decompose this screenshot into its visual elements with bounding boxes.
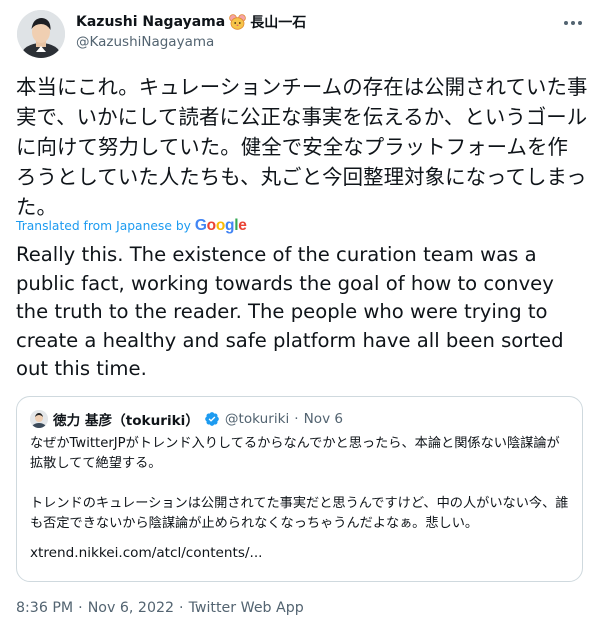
quoted-paragraph: トレンドのキュレーションは公開されてた事実だと思うんですけど、中の人がいない今、… [30, 496, 569, 531]
quoted-tweet[interactable]: 徳力 基彦（tokuriki） @tokuriki · Nov 6 なぜかTwi… [16, 396, 583, 582]
translated-label: Translated from Japanese by [16, 219, 191, 233]
quoted-author-avatar[interactable] [30, 410, 48, 428]
author-avatar[interactable] [17, 10, 65, 58]
quoted-author-name[interactable]: 徳力 基彦（tokuriki） [53, 409, 199, 429]
more-options-button[interactable] [560, 12, 586, 34]
tweet-card: Kazushi Nagayama 長山一石 @KazushiNagayama 本… [0, 0, 599, 631]
author-name-row[interactable]: Kazushi Nagayama 長山一石 [76, 12, 306, 32]
quoted-date[interactable]: Nov 6 [304, 411, 344, 427]
quoted-tweet-text: なぜかTwitterJPがトレンド入りしてるからなんでかと思ったら、本論と関係な… [30, 434, 570, 534]
translation-attribution[interactable]: Translated from Japanese by Google [16, 217, 247, 235]
more-dots-icon [563, 20, 583, 26]
quoted-tweet-header: 徳力 基彦（tokuriki） @tokuriki · Nov 6 [30, 409, 343, 429]
author-name-suffix[interactable]: 長山一石 [250, 12, 306, 32]
google-logo: Google [194, 217, 247, 234]
meta-separator: · [78, 600, 83, 616]
tweet-text-original: 本当にこれ。キュレーションチームの存在は公開されていた事実で、いかにして読者に公… [16, 75, 588, 219]
tweet-text-translated: Really this. The existence of the curati… [16, 243, 564, 380]
meta-separator: · [179, 600, 184, 616]
tweet-time[interactable]: 8:36 PM [16, 600, 73, 616]
mouse-face-emoji-icon [229, 14, 247, 30]
tweet-meta: 8:36 PM · Nov 6, 2022 · Twitter Web App [16, 600, 304, 616]
quoted-paragraph: なぜかTwitterJPがトレンド入りしてるからなんでかと思ったら、本論と関係な… [30, 436, 560, 471]
verified-badge-icon [204, 411, 220, 427]
quoted-link[interactable]: xtrend.nikkei.com/atcl/contents/... [30, 545, 262, 561]
tweet-source[interactable]: Twitter Web App [189, 600, 304, 616]
quoted-separator: · [294, 411, 299, 427]
author-display-name[interactable]: Kazushi Nagayama [76, 14, 225, 30]
tweet-date[interactable]: Nov 6, 2022 [88, 600, 174, 616]
author-handle[interactable]: @KazushiNagayama [76, 34, 214, 50]
quoted-author-handle[interactable]: @tokuriki [225, 411, 289, 427]
